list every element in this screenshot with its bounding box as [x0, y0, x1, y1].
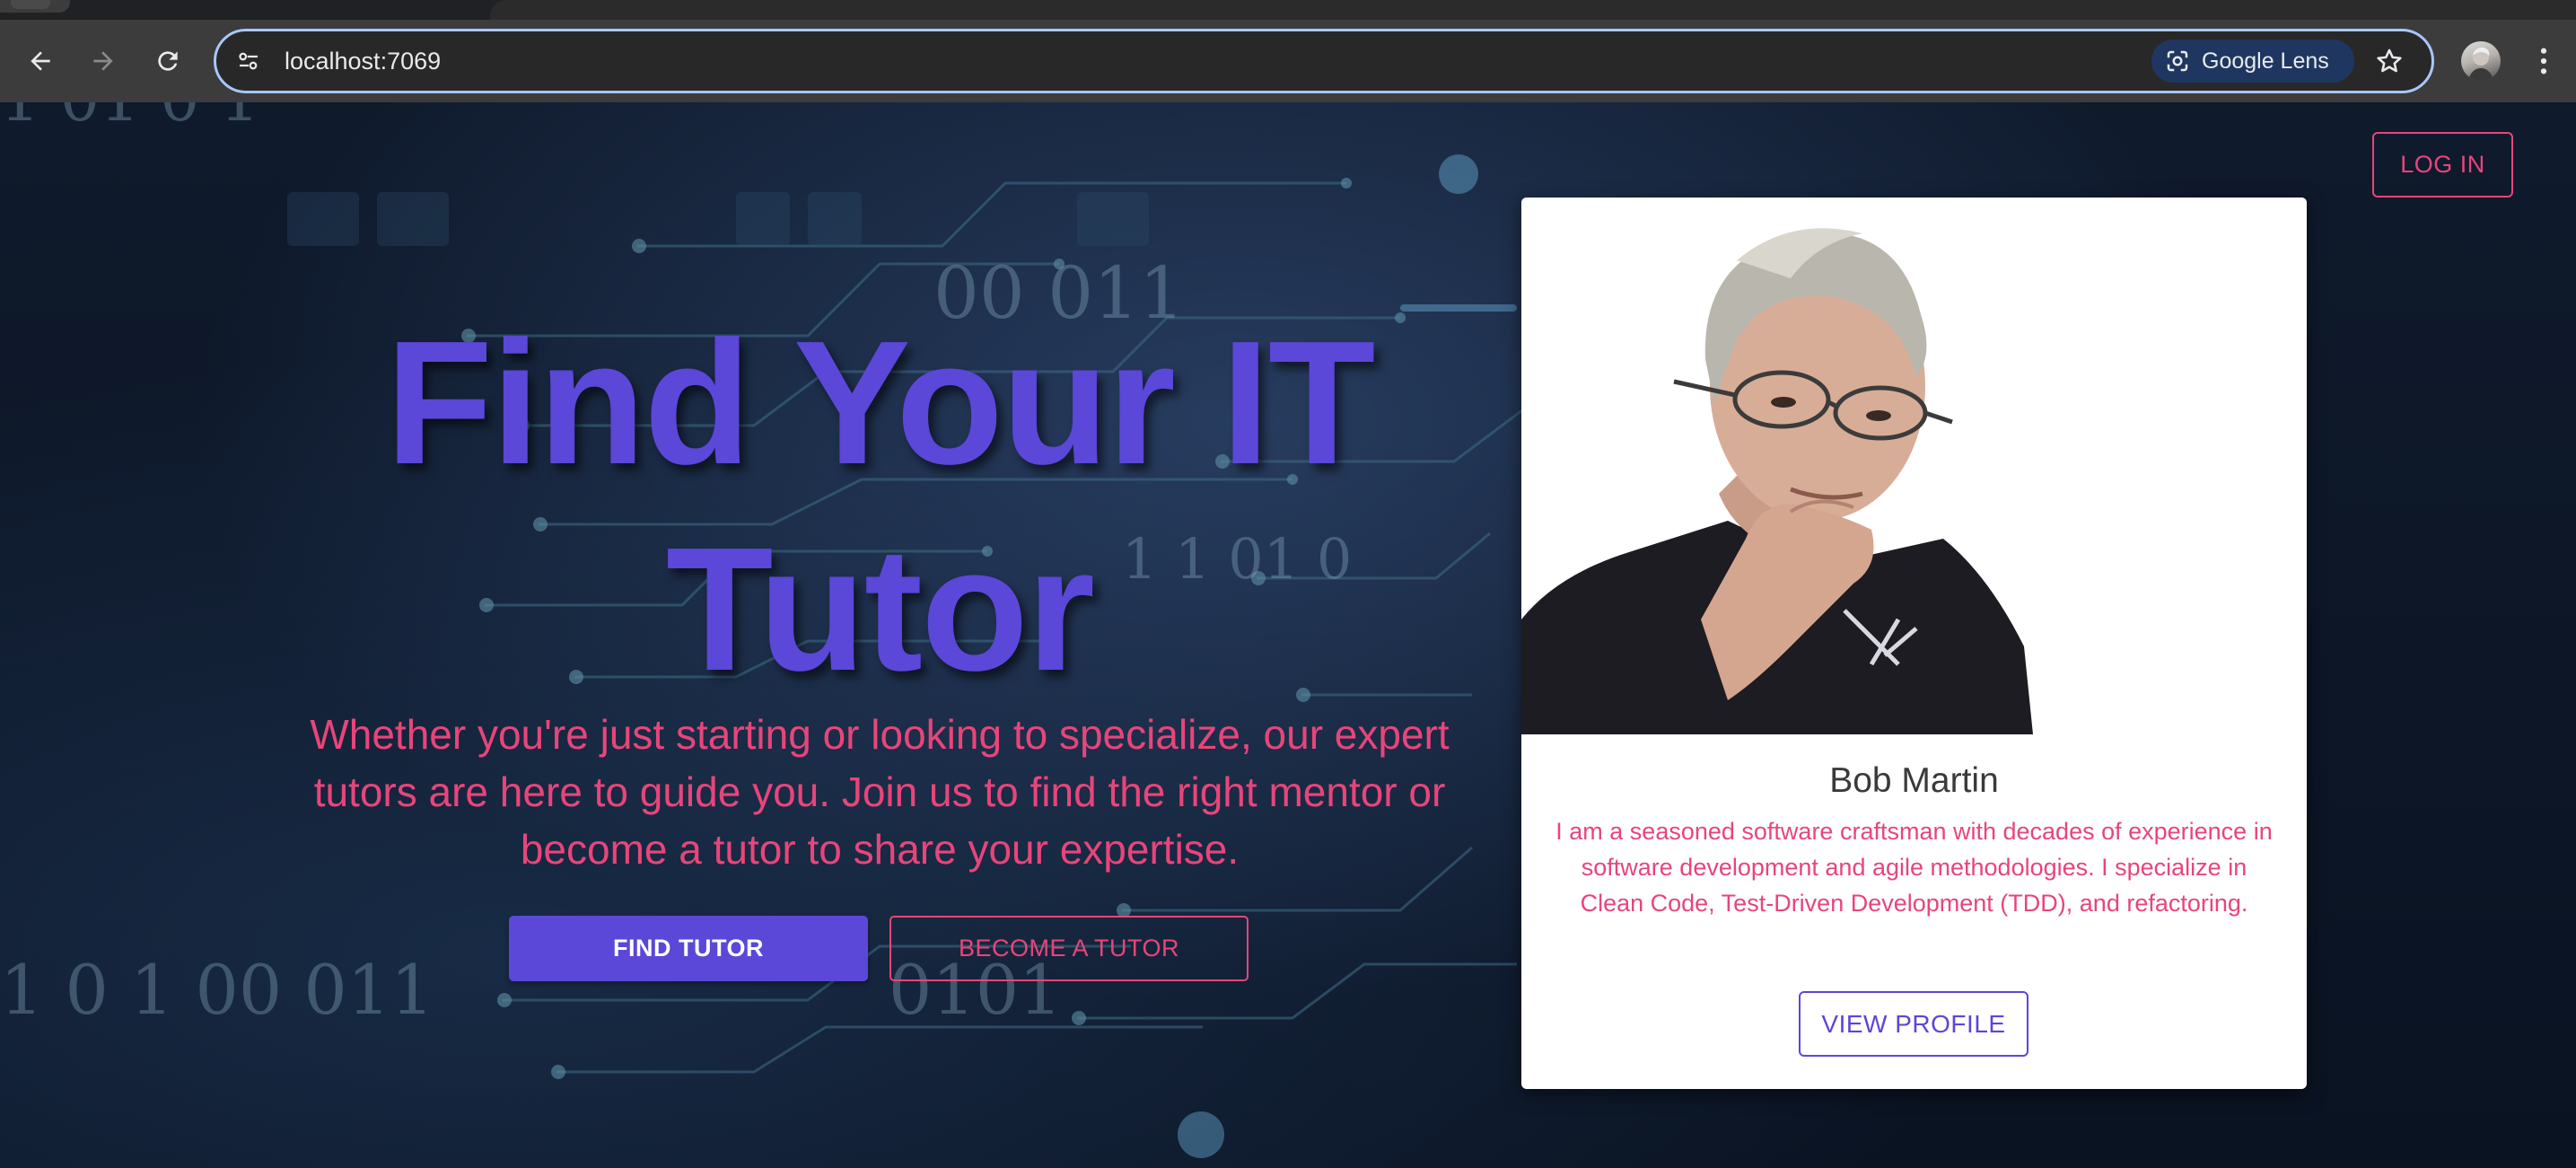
reload-icon: [158, 51, 178, 71]
hero-title-line1: Find Your IT: [385, 304, 1375, 501]
tutor-card: Bob Martin I am a seasoned software craf…: [1521, 198, 2307, 1089]
forward-arrow-icon: [93, 51, 113, 71]
tab-strip-background: [490, 0, 2576, 20]
hero-title: Find Your IT Tutor: [260, 300, 1499, 713]
hero-subtitle: Whether you're just starting or looking …: [310, 711, 1450, 873]
back-button[interactable]: [17, 38, 64, 84]
forward-button[interactable]: [80, 38, 127, 84]
page-viewport: 1 01 0 1 00 011 1 1 01 0 1 0 1 00 011 01…: [0, 102, 2576, 1168]
back-arrow-icon: [31, 51, 50, 71]
site-info-button[interactable]: [229, 41, 268, 81]
reload-button[interactable]: [145, 38, 191, 84]
tutor-photo: [1521, 198, 2307, 734]
hero-title-line2: Tutor: [665, 511, 1095, 707]
tab-strip: [0, 0, 2576, 20]
svg-text:1 01 0 1: 1 01 0 1: [0, 102, 259, 136]
hero-heading-block: Find Your IT Tutor: [260, 300, 1499, 713]
kebab-menu-icon: [2540, 48, 2547, 75]
browser-menu-button[interactable]: [2526, 38, 2562, 84]
svg-text:1 0 1 00 011: 1 0 1 00 011: [0, 950, 434, 1030]
find-tutor-button[interactable]: FIND TUTOR: [509, 916, 868, 981]
become-tutor-button[interactable]: BECOME A TUTOR: [889, 916, 1249, 981]
google-lens-label: Google Lens: [2202, 48, 2329, 74]
login-button[interactable]: LOG IN: [2372, 132, 2513, 198]
address-bar[interactable]: localhost:7069 Google Lens: [214, 29, 2434, 93]
site-info-icon: [239, 52, 258, 70]
tutor-name: Bob Martin: [1829, 761, 1999, 800]
profile-avatar[interactable]: [2461, 41, 2501, 81]
url-text[interactable]: localhost:7069: [285, 31, 441, 91]
browser-toolbar: localhost:7069 Google Lens: [0, 20, 2576, 102]
bookmark-button[interactable]: [2367, 39, 2412, 83]
view-profile-button[interactable]: VIEW PROFILE: [1799, 991, 2028, 1057]
google-lens-button[interactable]: Google Lens: [2151, 40, 2354, 83]
google-lens-icon: [2167, 50, 2188, 72]
star-icon: [2377, 48, 2402, 73]
tab-stub[interactable]: [0, 0, 70, 13]
tutor-bio: I am a seasoned software craftsman with …: [1555, 818, 2273, 917]
